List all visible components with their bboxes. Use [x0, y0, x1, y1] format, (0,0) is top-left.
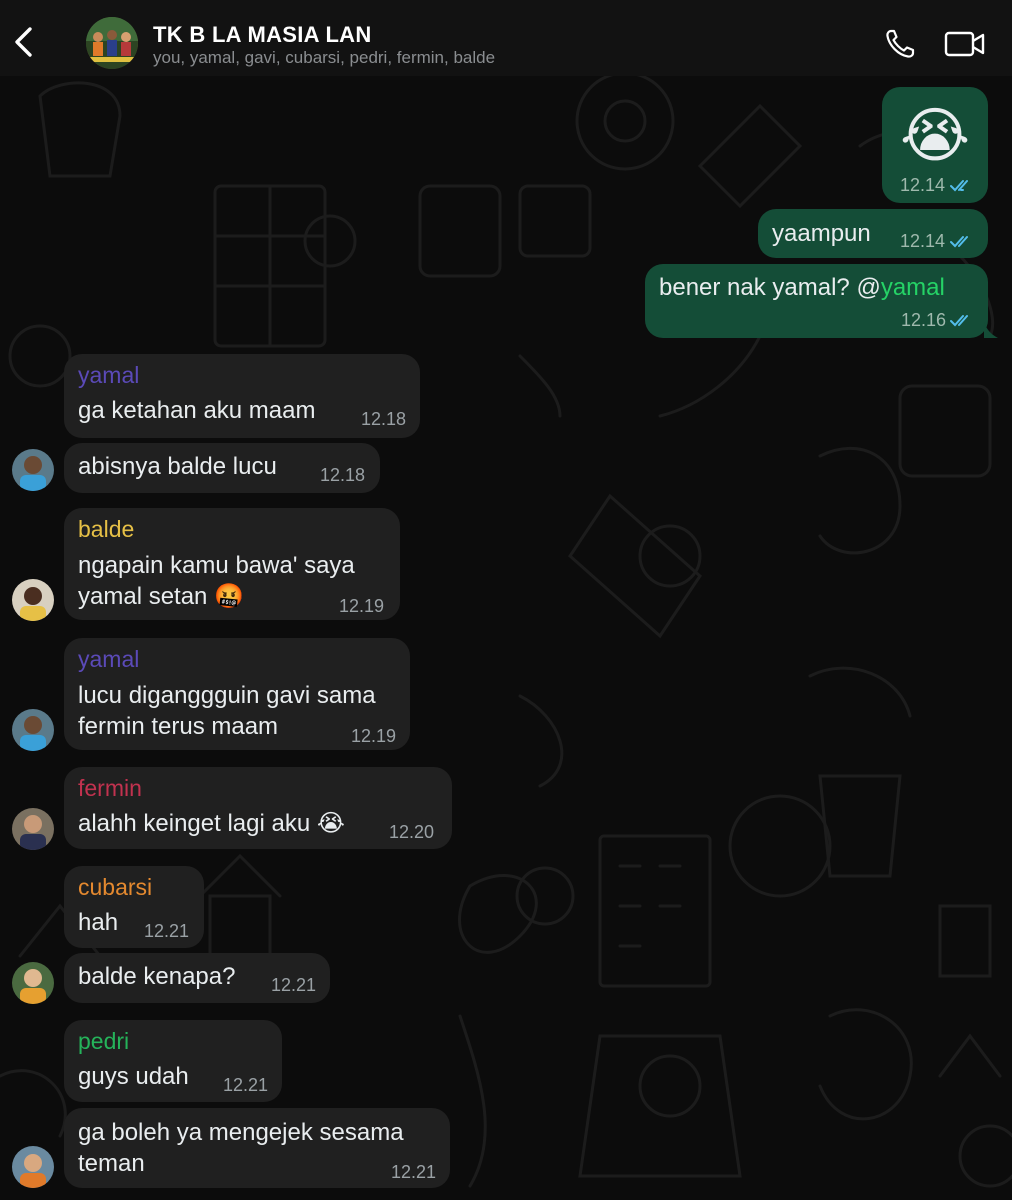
message-text-line: lucu diganggguin gavi sama: [78, 682, 376, 709]
message-incoming[interactable]: cubarsi hah 12.21: [64, 866, 204, 948]
message-incoming[interactable]: yamal lucu diganggguin gavi sama fermin …: [64, 638, 410, 750]
message-time: 12.19: [351, 726, 397, 746]
chevron-left-icon[interactable]: [10, 24, 38, 60]
group-members[interactable]: you, yamal, gavi, cubarsi, pedri, fermin…: [153, 48, 495, 68]
message-time: 12.14: [900, 175, 946, 195]
message-time: 12.14: [900, 231, 946, 251]
avatar-pedri[interactable]: [12, 1146, 54, 1188]
message-time: 12.20: [389, 822, 435, 842]
sender-name[interactable]: fermin: [78, 775, 142, 802]
message-text: ga ketahan aku maam: [78, 397, 316, 424]
message-outgoing[interactable]: bener nak yamal? @yamal 12.16: [645, 264, 988, 338]
message-text: yaampun: [772, 220, 871, 247]
sender-name[interactable]: balde: [78, 516, 134, 543]
message-text-body: bener nak yamal? @: [659, 274, 881, 301]
message-incoming[interactable]: balde kenapa? 12.21: [64, 953, 330, 1003]
message-text: abisnya balde lucu: [78, 453, 277, 480]
avatar-fermin[interactable]: [12, 808, 54, 850]
read-receipt-icon: [950, 315, 968, 327]
message-incoming[interactable]: pedri guys udah 12.21: [64, 1020, 282, 1102]
message-outgoing[interactable]: 😭 12.14: [882, 87, 988, 203]
message-text: guys udah: [78, 1063, 189, 1090]
message-time: 12.18: [361, 409, 407, 429]
message-text-line: yamal setan 🤬: [78, 583, 244, 610]
message-time: 12.18: [320, 465, 366, 485]
sender-name[interactable]: yamal: [78, 362, 139, 389]
message-time: 12.21: [223, 1075, 269, 1095]
message-text: hah: [78, 909, 119, 936]
message-incoming[interactable]: ga boleh ya mengejek sesama teman 12.21: [64, 1108, 450, 1188]
avatar-yamal[interactable]: [12, 709, 54, 751]
message-text-line: ga boleh ya mengejek sesama: [78, 1119, 404, 1146]
read-receipt-icon: [950, 180, 968, 192]
message-text-line: ngapain kamu bawa' saya: [78, 552, 355, 579]
message-time: 12.21: [271, 975, 317, 995]
message-incoming[interactable]: balde ngapain kamu bawa' saya yamal seta…: [64, 508, 400, 620]
sender-name[interactable]: yamal: [78, 646, 139, 673]
sender-name[interactable]: cubarsi: [78, 874, 152, 901]
message-text-line: teman: [78, 1150, 145, 1177]
group-title[interactable]: TK B LA MASIA LAN: [153, 22, 372, 48]
chat-area[interactable]: 😭 12.14 yaampun 12.14 bener nak yamal? @…: [0, 76, 1012, 1200]
group-avatar[interactable]: [86, 17, 138, 69]
message-text: bener nak yamal? @yamal: [659, 272, 945, 303]
message-incoming[interactable]: abisnya balde lucu 12.18: [64, 443, 380, 493]
chat-header: TK B LA MASIA LAN you, yamal, gavi, cuba…: [0, 0, 1012, 76]
phone-icon[interactable]: [884, 28, 916, 60]
avatar-balde[interactable]: [12, 579, 54, 621]
video-camera-icon[interactable]: [944, 30, 986, 58]
sender-name[interactable]: pedri: [78, 1028, 129, 1055]
message-outgoing[interactable]: yaampun 12.14: [758, 209, 988, 258]
read-receipt-icon: [950, 236, 968, 248]
message-time: 12.19: [339, 596, 385, 616]
avatar-cubarsi[interactable]: [12, 962, 54, 1004]
message-time: 12.21: [391, 1162, 437, 1182]
bubble-tail: [984, 322, 998, 338]
message-time: 12.16: [901, 310, 947, 330]
message-text-line: fermin terus maam: [78, 713, 279, 740]
message-text: alahh keinget lagi aku 😭: [78, 810, 345, 837]
message-time: 12.21: [144, 921, 190, 941]
avatar-yamal[interactable]: [12, 449, 54, 491]
loudly-crying-emoji: 😭: [900, 102, 971, 169]
mention-link[interactable]: yamal: [881, 274, 945, 301]
message-incoming[interactable]: fermin alahh keinget lagi aku 😭 12.20: [64, 767, 452, 849]
message-incoming[interactable]: yamal ga ketahan aku maam 12.18: [64, 354, 420, 438]
message-text: balde kenapa?: [78, 963, 236, 990]
group-photo: [86, 17, 138, 69]
